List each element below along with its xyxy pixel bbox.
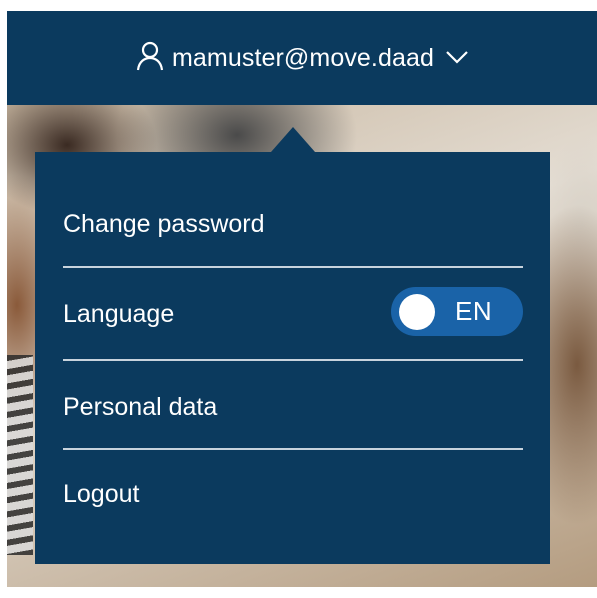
menu-item-label: Personal data	[63, 392, 218, 421]
menu-divider	[63, 359, 523, 361]
menu-item-personal-data[interactable]: Personal data	[63, 383, 523, 431]
chevron-down-icon	[446, 51, 468, 64]
user-dropdown-menu: Change password Language EN Personal dat…	[35, 152, 550, 564]
menu-item-change-password[interactable]: Change password	[63, 200, 523, 248]
language-toggle[interactable]: EN	[391, 287, 523, 336]
menu-item-label: Change password	[63, 209, 265, 238]
user-outline-icon	[136, 41, 164, 71]
dropdown-pointer	[271, 127, 315, 152]
menu-divider	[63, 266, 523, 268]
toggle-knob	[399, 293, 435, 330]
app-frame: mamuster@move.daad Change password Langu…	[7, 11, 597, 587]
menu-item-label: Logout	[63, 479, 140, 508]
user-email: mamuster@move.daad	[171, 43, 434, 72]
language-toggle-value: EN	[455, 296, 493, 326]
menu-divider	[63, 448, 523, 450]
menu-item-logout[interactable]: Logout	[63, 470, 523, 518]
background-detail	[7, 355, 33, 555]
user-menu-trigger[interactable]: mamuster@move.daad	[7, 11, 597, 105]
menu-item-label: Language	[63, 299, 175, 328]
